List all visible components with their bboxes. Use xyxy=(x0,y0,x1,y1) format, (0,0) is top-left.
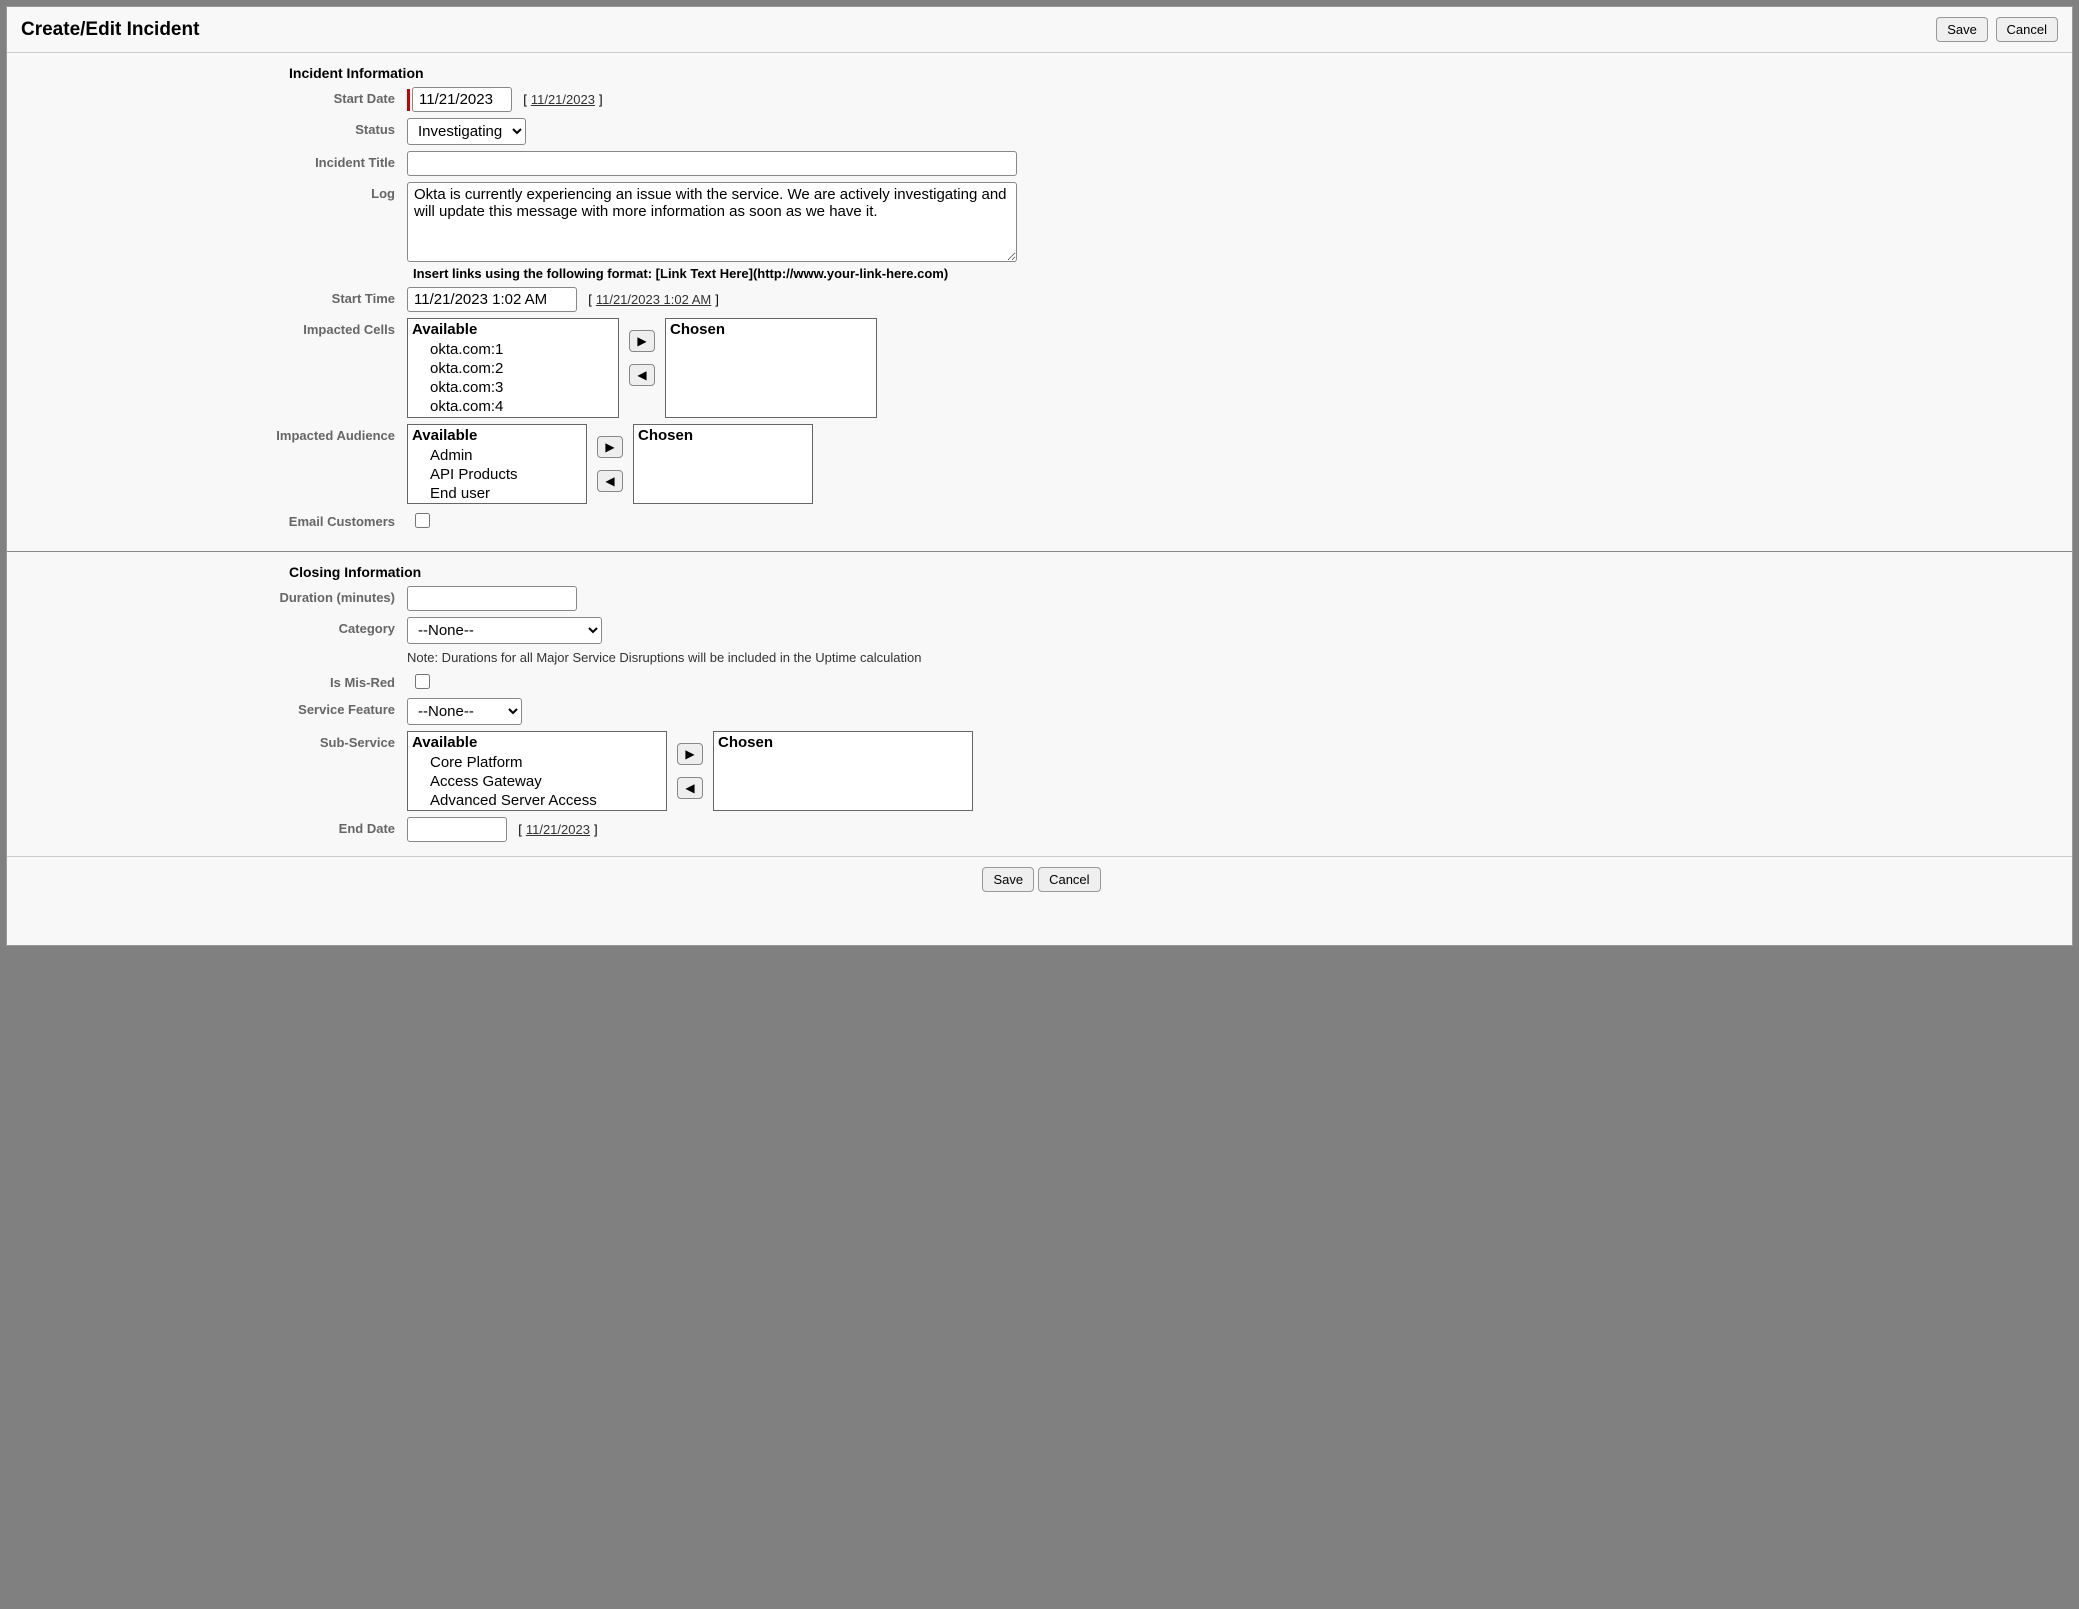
audience-chosen-head: Chosen xyxy=(634,425,812,446)
start-date-today-link[interactable]: 11/21/2023 xyxy=(531,92,595,107)
list-item[interactable]: End user xyxy=(408,484,586,503)
label-email-customers: Email Customers xyxy=(7,510,407,529)
subservice-move-left-button[interactable]: ◀ xyxy=(677,777,703,799)
label-duration: Duration (minutes) xyxy=(7,586,407,605)
label-category: Category xyxy=(7,617,407,636)
list-item[interactable]: okta.com:2 xyxy=(408,359,618,378)
label-start-date: Start Date xyxy=(7,87,407,106)
bottom-button-bar: Save Cancel xyxy=(7,856,2072,902)
top-button-bar: Save Cancel xyxy=(1932,17,2058,42)
is-mis-red-checkbox[interactable] xyxy=(415,674,430,689)
bracket-close: ] xyxy=(715,292,719,307)
incident-section: Incident Information Start Date [ 11/21/… xyxy=(7,53,2072,545)
cancel-button[interactable]: Cancel xyxy=(1996,17,2058,42)
subservice-available-head: Available xyxy=(408,732,666,753)
chevron-right-icon: ▶ xyxy=(685,747,694,761)
cells-chosen-head: Chosen xyxy=(666,319,876,340)
subservice-available-list[interactable]: Available Core Platform Access Gateway A… xyxy=(407,731,667,811)
label-service-feature: Service Feature xyxy=(7,698,407,717)
audience-chosen-list[interactable]: Chosen xyxy=(633,424,813,504)
service-feature-select[interactable]: --None-- xyxy=(407,698,522,725)
bracket-open: [ xyxy=(516,92,527,107)
bracket-open: [ xyxy=(511,822,522,837)
audience-available-head: Available xyxy=(408,425,586,446)
list-item[interactable]: Access Gateway xyxy=(408,772,666,791)
status-select[interactable]: Investigating xyxy=(407,118,526,145)
list-item[interactable]: okta.com:3 xyxy=(408,378,618,397)
label-log: Log xyxy=(7,182,407,201)
incident-section-title: Incident Information xyxy=(289,65,2072,81)
category-note: Note: Durations for all Major Service Di… xyxy=(407,650,921,665)
label-start-time: Start Time xyxy=(7,287,407,306)
label-impacted-audience: Impacted Audience xyxy=(7,424,407,443)
label-is-mis-red: Is Mis-Red xyxy=(7,671,407,690)
closing-section: Closing Information Duration (minutes) C… xyxy=(7,551,2072,856)
topbar: Create/Edit Incident Save Cancel xyxy=(7,7,2072,53)
bracket-open: [ xyxy=(581,292,592,307)
chevron-left-icon: ◀ xyxy=(637,368,646,382)
incident-title-input[interactable] xyxy=(407,151,1017,176)
category-select[interactable]: --None-- xyxy=(407,617,602,644)
start-date-input[interactable] xyxy=(412,87,512,112)
label-incident-title: Incident Title xyxy=(7,151,407,170)
list-item[interactable]: API Products xyxy=(408,465,586,484)
chevron-right-icon: ▶ xyxy=(605,440,614,454)
list-item[interactable]: okta.com:1 xyxy=(408,340,618,359)
page: Create/Edit Incident Save Cancel Inciden… xyxy=(6,6,2073,946)
label-impacted-cells: Impacted Cells xyxy=(7,318,407,337)
audience-available-list[interactable]: Available Admin API Products End user xyxy=(407,424,587,504)
chevron-left-icon: ◀ xyxy=(685,781,694,795)
cells-move-right-button[interactable]: ▶ xyxy=(629,330,655,352)
log-textarea[interactable] xyxy=(407,182,1017,262)
cells-chosen-list[interactable]: Chosen xyxy=(665,318,877,418)
bracket-close: ] xyxy=(599,92,603,107)
log-hint: Insert links using the following format:… xyxy=(413,266,948,281)
closing-section-title: Closing Information xyxy=(289,564,2072,580)
cells-available-head: Available xyxy=(408,319,618,340)
list-item[interactable]: Core Platform xyxy=(408,753,666,772)
cells-available-list[interactable]: Available okta.com:1 okta.com:2 okta.com… xyxy=(407,318,619,418)
chevron-right-icon: ▶ xyxy=(637,334,646,348)
cancel-button-bottom[interactable]: Cancel xyxy=(1038,867,1100,892)
label-status: Status xyxy=(7,118,407,137)
save-button[interactable]: Save xyxy=(1936,17,1988,42)
list-item[interactable]: okta.com:4 xyxy=(408,397,618,416)
end-date-input[interactable] xyxy=(407,817,507,842)
page-title: Create/Edit Incident xyxy=(21,19,199,41)
label-end-date: End Date xyxy=(7,817,407,836)
start-time-now-link[interactable]: 11/21/2023 1:02 AM xyxy=(596,292,711,307)
email-customers-checkbox[interactable] xyxy=(415,513,430,528)
subservice-move-right-button[interactable]: ▶ xyxy=(677,743,703,765)
required-marker xyxy=(407,89,410,111)
list-item[interactable]: Advanced Server Access xyxy=(408,791,666,810)
bracket-close: ] xyxy=(594,822,598,837)
cells-move-left-button[interactable]: ◀ xyxy=(629,364,655,386)
subservice-chosen-head: Chosen xyxy=(714,732,972,753)
audience-move-left-button[interactable]: ◀ xyxy=(597,470,623,492)
duration-input[interactable] xyxy=(407,586,577,611)
subservice-chosen-list[interactable]: Chosen xyxy=(713,731,973,811)
end-date-today-link[interactable]: 11/21/2023 xyxy=(526,822,590,837)
save-button-bottom[interactable]: Save xyxy=(982,867,1034,892)
audience-move-right-button[interactable]: ▶ xyxy=(597,436,623,458)
label-sub-service: Sub-Service xyxy=(7,731,407,750)
chevron-left-icon: ◀ xyxy=(605,474,614,488)
start-time-input[interactable] xyxy=(407,287,577,312)
list-item[interactable]: Admin xyxy=(408,446,586,465)
